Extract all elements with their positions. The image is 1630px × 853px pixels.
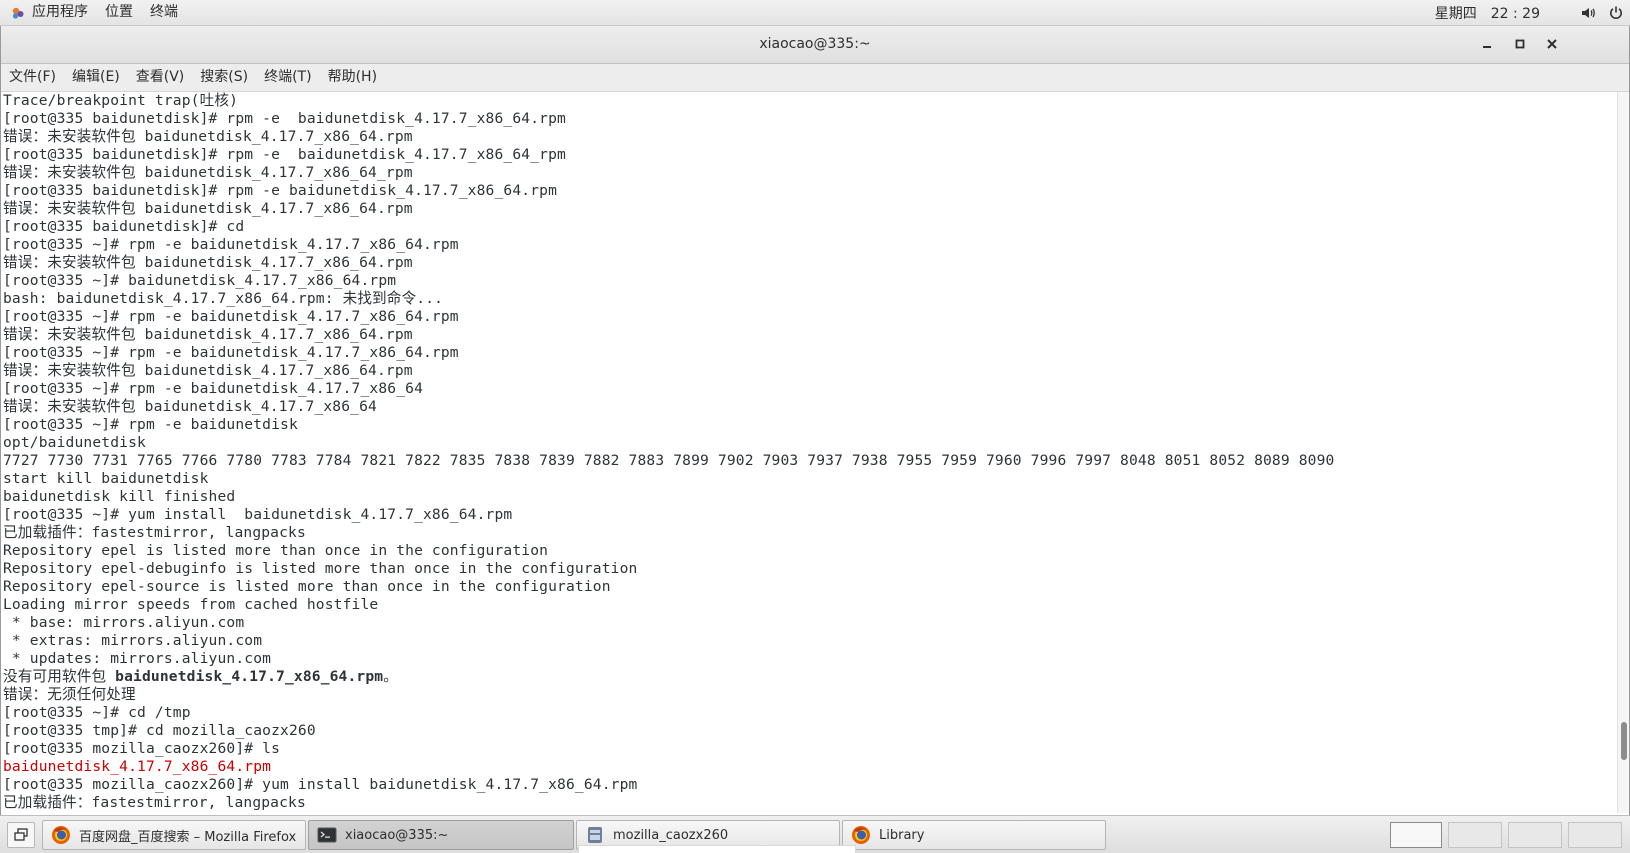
terminal-line: [root@335 mozilla_caozx260]# yum install… <box>3 776 638 793</box>
panel-right: 星期四 22 : 29 <box>1435 0 1624 25</box>
task-label: xiaocao@335:~ <box>345 827 449 843</box>
terminal-line: 已加载插件：fastestmirror, langpacks <box>3 524 306 541</box>
terminal-line: start kill baidunetdisk <box>3 470 209 487</box>
places-label: 位置 <box>105 4 133 20</box>
terminal-line: [root@335 ~]# rpm -e baidunetdisk <box>3 416 298 433</box>
terminal-line: [root@335 baidunetdisk]# rpm -e baidunet… <box>3 182 558 199</box>
close-icon <box>1547 39 1557 49</box>
folder-icon <box>588 827 602 843</box>
menu-terminal[interactable]: 终端(T) <box>256 64 319 91</box>
terminal-line: Repository epel-debuginfo is listed more… <box>3 560 638 577</box>
terminal-line: [root@335 baidunetdisk]# cd <box>3 218 245 235</box>
task-terminal[interactable]: xiaocao@335:~ <box>308 820 574 850</box>
terminal-line: baidunetdisk kill finished <box>3 488 236 505</box>
terminal-line: Trace/breakpoint trap(吐核) <box>3 92 239 109</box>
task-label: 百度网盘_百度搜索 – Mozilla Firefox <box>79 829 297 845</box>
terminal-line: [root@335 ~]# yum install baidunetdisk_4… <box>3 506 513 523</box>
terminal-line: 错误：未安装软件包 baidunetdisk_4.17.7_x86_64.rpm <box>3 200 413 217</box>
terminal-line: 已加载插件：fastestmirror, langpacks <box>3 794 306 811</box>
firefox-icon <box>852 826 870 844</box>
scrollbar-thumb[interactable] <box>1621 722 1627 760</box>
terminal-line-tail: 。 <box>383 668 398 685</box>
menubar: 文件(F) 编辑(E) 查看(V) 搜索(S) 终端(T) 帮助(H) <box>1 64 1629 92</box>
menu-view[interactable]: 查看(V) <box>128 64 193 91</box>
window-titlebar[interactable]: xiaocao@335:~ <box>1 26 1629 64</box>
power-icon[interactable] <box>1608 5 1624 21</box>
workspace-1[interactable] <box>1390 822 1442 848</box>
terminal-line: 7727 7730 7731 7765 7766 7780 7783 7784 … <box>3 452 1335 469</box>
task-label: Library <box>879 827 925 843</box>
clock-weekday: 星期四 <box>1434 5 1477 22</box>
terminal-icon <box>317 827 337 843</box>
terminal-line: 错误：未安装软件包 baidunetdisk_4.17.7_x86_64_rpm <box>3 164 413 181</box>
clock-minute: 29 <box>1522 5 1540 22</box>
terminal-line: [root@335 ~]# rpm -e baidunetdisk_4.17.7… <box>3 380 424 397</box>
terminal-line: * updates: mirrors.aliyun.com <box>3 650 272 667</box>
terminal-line: 错误：未安装软件包 baidunetdisk_4.17.7_x86_64.rpm <box>3 128 413 145</box>
applications-label: 应用程序 <box>32 4 88 20</box>
terminal-line: bash: baidunetdisk_4.17.7_x86_64.rpm: 未找… <box>3 290 444 307</box>
terminal-line-bold: baidunetdisk_4.17.7_x86_64.rpm <box>115 668 384 685</box>
places-menu[interactable]: 位置 <box>101 0 146 25</box>
panel-menus: 应用程序 位置 终端 <box>6 0 191 25</box>
terminal-line: [root@335 ~]# baidunetdisk_4.17.7_x86_64… <box>3 272 397 289</box>
clock-separator: : <box>1508 5 1523 22</box>
terminal-line: Loading mirror speeds from cached hostfi… <box>3 596 379 613</box>
top-panel: 应用程序 位置 终端 星期四 22 : 29 <box>0 0 1630 26</box>
firefox-icon <box>52 826 70 844</box>
terminal-line: [root@335 tmp]# cd mozilla_caozx260 <box>3 722 316 739</box>
clock[interactable]: 星期四 22 : 29 <box>1435 3 1540 23</box>
applications-menu[interactable]: 应用程序 <box>6 0 101 25</box>
minimize-button[interactable] <box>1479 36 1495 52</box>
terminal-line: 没有可用软件包 baidunetdisk_4.17.7_x86_64.rpm。 <box>1 668 1617 686</box>
terminal-line: [root@335 ~]# rpm -e baidunetdisk_4.17.7… <box>3 308 459 325</box>
workspace-switcher <box>1390 822 1628 848</box>
terminal-line: Repository epel is listed more than once… <box>3 542 549 559</box>
terminal-line: [root@335 baidunetdisk]# rpm -e baidunet… <box>3 110 566 127</box>
terminal-line: [root@335 ~]# rpm -e baidunetdisk_4.17.7… <box>3 344 459 361</box>
clock-hour: 22 <box>1490 5 1509 22</box>
workspace-3[interactable] <box>1508 822 1562 848</box>
terminal-scrollbar[interactable] <box>1617 92 1629 813</box>
close-button[interactable] <box>1544 36 1560 52</box>
terminal-window: xiaocao@335:~ 文件(F) 编辑(E) 查看(V) 搜索(S) 终端… <box>0 26 1630 816</box>
task-firefox-search[interactable]: 百度网盘_百度搜索 – Mozilla Firefox <box>42 820 306 850</box>
menu-file[interactable]: 文件(F) <box>1 64 64 91</box>
terminal-line: baidunetdisk_4.17.7_x86_64.rpm <box>3 758 272 775</box>
terminal-output[interactable]: Trace/breakpoint trap(吐核) [root@335 baidu… <box>1 92 1617 813</box>
show-desktop-button[interactable] <box>7 822 35 848</box>
volume-icon[interactable] <box>1580 5 1596 21</box>
terminal-line: * extras: mirrors.aliyun.com <box>3 632 263 649</box>
terminal-app-label: 终端 <box>150 4 178 20</box>
window-title: xiaocao@335:~ <box>759 36 871 52</box>
terminal-line: 错误：未安装软件包 baidunetdisk_4.17.7_x86_64 <box>3 398 377 415</box>
show-desktop-icon <box>14 828 28 841</box>
terminal-line: 错误：未安装软件包 baidunetdisk_4.17.7_x86_64.rpm <box>3 362 413 379</box>
terminal-line-text: 没有可用软件包 <box>3 668 116 685</box>
menu-search[interactable]: 搜索(S) <box>192 64 256 91</box>
workspace-4[interactable] <box>1568 822 1622 848</box>
terminal-app-menu[interactable]: 终端 <box>146 0 191 25</box>
terminal-line: Repository epel-source is listed more th… <box>3 578 611 595</box>
menu-edit[interactable]: 编辑(E) <box>64 64 128 91</box>
maximize-button[interactable] <box>1512 36 1528 52</box>
task-label: mozilla_caozx260 <box>613 827 729 843</box>
task-library[interactable]: Library <box>842 820 1106 850</box>
terminal-line: 错误：未安装软件包 baidunetdisk_4.17.7_x86_64.rpm <box>3 326 413 343</box>
minimize-icon <box>1483 46 1491 48</box>
terminal-line: [root@335 mozilla_caozx260]# ls <box>3 740 281 757</box>
terminal-line: [root@335 baidunetdisk]# rpm -e baidunet… <box>3 146 566 163</box>
terminal-line: 错误：未安装软件包 baidunetdisk_4.17.7_x86_64.rpm <box>3 254 413 271</box>
workspace-2[interactable] <box>1448 822 1502 848</box>
terminal-line: opt/baidunetdisk <box>3 434 146 451</box>
terminal-line: 错误：无须任何处理 <box>3 686 136 703</box>
terminal-line: [root@335 ~]# rpm -e baidunetdisk_4.17.7… <box>3 236 459 253</box>
applications-icon <box>12 7 24 19</box>
menu-help[interactable]: 帮助(H) <box>320 64 385 91</box>
terminal-line: * base: mirrors.aliyun.com <box>3 614 245 631</box>
terminal-line: [root@335 ~]# cd /tmp <box>3 704 191 721</box>
maximize-icon <box>1515 39 1525 49</box>
